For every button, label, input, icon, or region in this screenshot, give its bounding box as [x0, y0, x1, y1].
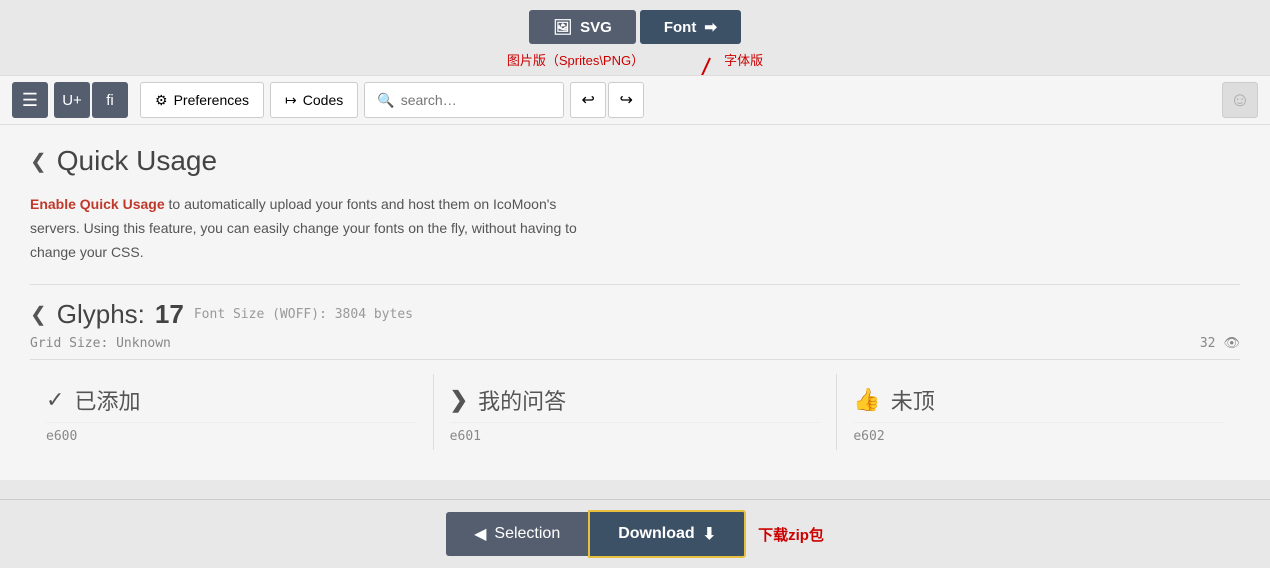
- icon-label-0: 已添加: [74, 384, 140, 416]
- icon-code-1: e601: [450, 422, 821, 444]
- glyphs-count: 17: [155, 299, 184, 330]
- ligature-button[interactable]: fi: [92, 82, 128, 118]
- nav-buttons: ↩ ↪: [570, 82, 644, 118]
- top-bar: 🖼 SVG Font ➡: [0, 0, 1270, 48]
- glyphs-section: ❮ Glyphs: 17 Font Size (WOFF): 3804 byte…: [30, 284, 1240, 450]
- preferences-button[interactable]: ⚙ Preferences: [140, 82, 264, 118]
- annotation-row: 图片版（Sprites\PNG） 字体版: [0, 48, 1270, 75]
- circle-arrow-icon: ➡: [704, 18, 717, 36]
- back-icon: ◀: [474, 524, 486, 544]
- smiley-button[interactable]: ☺: [1222, 82, 1258, 118]
- image-icon: 🖼: [553, 18, 572, 36]
- checkmark-icon: ✓: [46, 387, 64, 413]
- glyphs-meta: Font Size (WOFF): 3804 bytes: [194, 307, 413, 322]
- quick-usage-text: Enable Quick Usage to automatically uplo…: [30, 193, 610, 264]
- icon-code-0: e600: [46, 422, 417, 444]
- thumbsup-icon: 👍: [853, 387, 880, 413]
- icon-item-2: 👍 未顶 e602: [837, 374, 1240, 450]
- icon-code-2: e602: [853, 422, 1224, 444]
- icon-item-1: ❯ 我的问答 e601: [434, 374, 838, 450]
- selection-button[interactable]: ◀ Selection: [446, 512, 588, 556]
- anno-svg-label: 图片版（Sprites\PNG）: [507, 50, 644, 69]
- quick-usage-section-title: ❮ Quick Usage: [30, 145, 1240, 177]
- download-icon: ⬇: [703, 524, 716, 544]
- undo-button[interactable]: ↩: [570, 82, 606, 118]
- glyphs-title-row: ❮ Glyphs: 17 Font Size (WOFF): 3804 byte…: [30, 299, 1240, 330]
- text-mode-buttons: U+ fi: [54, 82, 128, 118]
- icons-row: ✓ 已添加 e600 ❯ 我的问答 e601 👍 未顶 e602: [30, 374, 1240, 450]
- grid-size-label: Grid Size: Unknown: [30, 336, 171, 351]
- icon-label-1: 我的问答: [478, 384, 566, 416]
- arrow-icon: ❯: [450, 387, 468, 413]
- glyphs-heading: Glyphs:: [57, 299, 145, 330]
- quick-usage-heading: Quick Usage: [57, 145, 217, 177]
- glyphs-chevron: ❮: [30, 302, 47, 327]
- font-button[interactable]: Font ➡: [640, 10, 741, 44]
- grid-size-row: Grid Size: Unknown 32 👁: [30, 336, 1240, 360]
- eye-icon[interactable]: 👁: [1223, 336, 1240, 351]
- redo-button[interactable]: ↪: [608, 82, 644, 118]
- quick-usage-chevron: ❮: [30, 149, 47, 174]
- search-input[interactable]: [401, 92, 552, 108]
- grid-size-right: 32 👁: [1200, 336, 1240, 351]
- toolbar: ☰ U+ fi ⚙ Preferences ↦ Codes 🔍 ↩ ↪ ☺: [0, 75, 1270, 125]
- svg-button[interactable]: 🖼 SVG: [529, 10, 636, 44]
- codes-button[interactable]: ↦ Codes: [270, 82, 358, 118]
- hamburger-icon: ☰: [22, 90, 38, 111]
- bottom-bar: ◀ Selection Download ⬇ 下载zip包: [0, 499, 1270, 568]
- smiley-icon: ☺: [1230, 89, 1250, 112]
- gear-icon: ⚙: [155, 92, 168, 109]
- search-box: 🔍: [364, 82, 564, 118]
- search-icon: 🔍: [377, 92, 394, 109]
- download-button[interactable]: Download ⬇: [588, 510, 746, 558]
- menu-button[interactable]: ☰: [12, 82, 48, 118]
- icon-item-0: ✓ 已添加 e600: [30, 374, 434, 450]
- codes-arrow-icon: ↦: [285, 92, 297, 109]
- unicode-button[interactable]: U+: [54, 82, 90, 118]
- download-annotation: 下载zip包: [758, 524, 824, 545]
- main-content: ❮ Quick Usage Enable Quick Usage to auto…: [0, 125, 1270, 480]
- anno-font-label: 字体版: [724, 50, 763, 69]
- grid-num: 32: [1200, 336, 1216, 351]
- enable-quick-usage-link[interactable]: Enable Quick Usage: [30, 196, 165, 212]
- icon-label-2: 未顶: [891, 384, 935, 416]
